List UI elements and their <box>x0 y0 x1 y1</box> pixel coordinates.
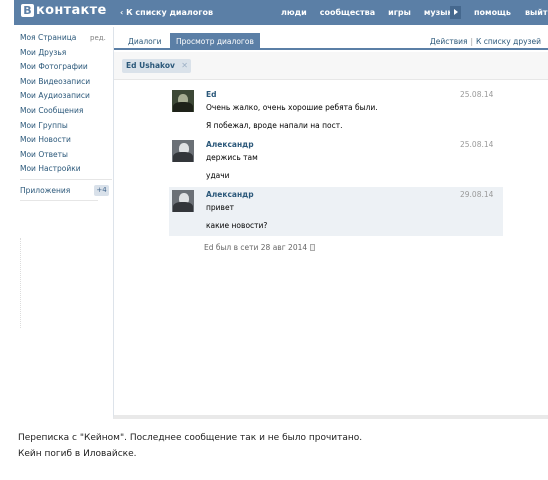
dialog-panel: Диалоги Просмотр диалогов Действия | К спи… <box>113 27 548 419</box>
sidebar-item-news[interactable]: Мои Новости <box>20 133 112 148</box>
online-status-text: Ed был в сети 28 авг 2014 <box>204 243 308 252</box>
top-nav: люди сообщества игры музыка <box>281 8 471 17</box>
avatar[interactable] <box>172 90 194 112</box>
top-header: В контакте ‹ К списку диалогов люди сооб… <box>14 0 548 25</box>
nav-help[interactable]: помощь <box>474 8 511 17</box>
play-arrow-icon[interactable] <box>450 6 461 19</box>
message-author[interactable]: Александр <box>206 190 254 199</box>
nav-communities[interactable]: сообщества <box>320 8 375 17</box>
sidebar-dotted-line <box>20 238 26 328</box>
sidebar-item-apps[interactable]: Приложения +4 <box>20 184 112 199</box>
message-date: 25.08.14 <box>460 90 494 99</box>
left-sidebar: ред. Моя Страница Мои Друзья Мои Фотогра… <box>20 31 112 199</box>
back-to-friends-link[interactable]: К списку друзей <box>476 37 541 46</box>
sidebar-item-messages[interactable]: Мои Сообщения <box>20 104 112 119</box>
logo-text[interactable]: контакте <box>36 3 107 18</box>
mobile-icon <box>310 244 316 251</box>
sidebar-bottom-divider <box>20 200 98 201</box>
nav-logout[interactable]: выйти <box>525 8 548 17</box>
image-caption: Переписка с "Кейном". Последнее сообщени… <box>18 430 362 462</box>
sidebar-item-friends[interactable]: Мои Друзья <box>20 46 112 61</box>
caption-line-2: Кейн погиб в Иловайске. <box>18 449 137 459</box>
sidebar-item-settings[interactable]: Мои Настройки <box>20 162 112 177</box>
caption-line-1: Переписка с "Кейном". Последнее сообщени… <box>18 433 363 443</box>
participant-chip-label: Ed Ushakov <box>126 61 175 70</box>
message-text: привет <box>206 203 234 212</box>
message-text: держись там <box>206 153 258 162</box>
participant-chip[interactable]: Ed Ushakov ✕ <box>122 59 191 73</box>
logo-icon[interactable]: В <box>21 4 34 17</box>
message-item[interactable]: Александр 25.08.14 держись там удачи <box>169 137 503 185</box>
sidebar-item-videos[interactable]: Мои Видеозаписи <box>20 75 112 90</box>
close-icon[interactable]: ✕ <box>181 59 188 73</box>
top-nav-right: помощь выйти <box>474 8 548 17</box>
tab-actions-group: Действия | К списку друзей <box>430 37 541 46</box>
sidebar-item-photos[interactable]: Мои Фотографии <box>20 60 112 75</box>
actions-link[interactable]: Действия <box>430 37 468 46</box>
message-author[interactable]: Александр <box>206 140 254 149</box>
message-author[interactable]: Ed <box>206 90 217 99</box>
tab-view-dialogs[interactable]: Просмотр диалогов <box>170 33 260 50</box>
participant-filter-bar: Ed Ushakov ✕ <box>114 52 548 80</box>
back-to-dialogs-label: К списку диалогов <box>126 8 214 17</box>
apps-count-badge[interactable]: +4 <box>94 184 109 196</box>
nav-games[interactable]: игры <box>388 8 411 17</box>
back-to-dialogs-link[interactable]: ‹ К списку диалогов <box>120 8 213 17</box>
online-status: Ed был в сети 28 авг 2014 <box>204 243 316 252</box>
message-text: удачи <box>206 171 230 180</box>
avatar[interactable] <box>172 140 194 162</box>
sidebar-item-audio[interactable]: Мои Аудиозаписи <box>20 89 112 104</box>
message-text: какие новости? <box>206 221 268 230</box>
sidebar-edit-link[interactable]: ред. <box>90 31 106 46</box>
nav-people[interactable]: люди <box>281 8 307 17</box>
avatar[interactable] <box>172 190 194 212</box>
message-item-unread[interactable]: Александр 29.08.14 привет какие новости? <box>169 187 503 236</box>
actions-separator: | <box>470 37 474 46</box>
sidebar-item-answers[interactable]: Мои Ответы <box>20 148 112 163</box>
message-text: Я побежал, вроде напали на пост. <box>206 121 343 130</box>
message-date: 25.08.14 <box>460 140 494 149</box>
sidebar-divider <box>20 178 112 180</box>
message-date: 29.08.14 <box>460 190 494 199</box>
message-item[interactable]: Ed 25.08.14 Очень жалко, очень хорошие р… <box>169 87 503 135</box>
tab-dialogs[interactable]: Диалоги <box>128 37 162 46</box>
sidebar-item-groups[interactable]: Мои Группы <box>20 119 112 134</box>
message-text: Очень жалко, очень хорошие ребята были. <box>206 103 378 112</box>
dialog-tabs: Диалоги Просмотр диалогов Действия | К спи… <box>114 33 548 50</box>
